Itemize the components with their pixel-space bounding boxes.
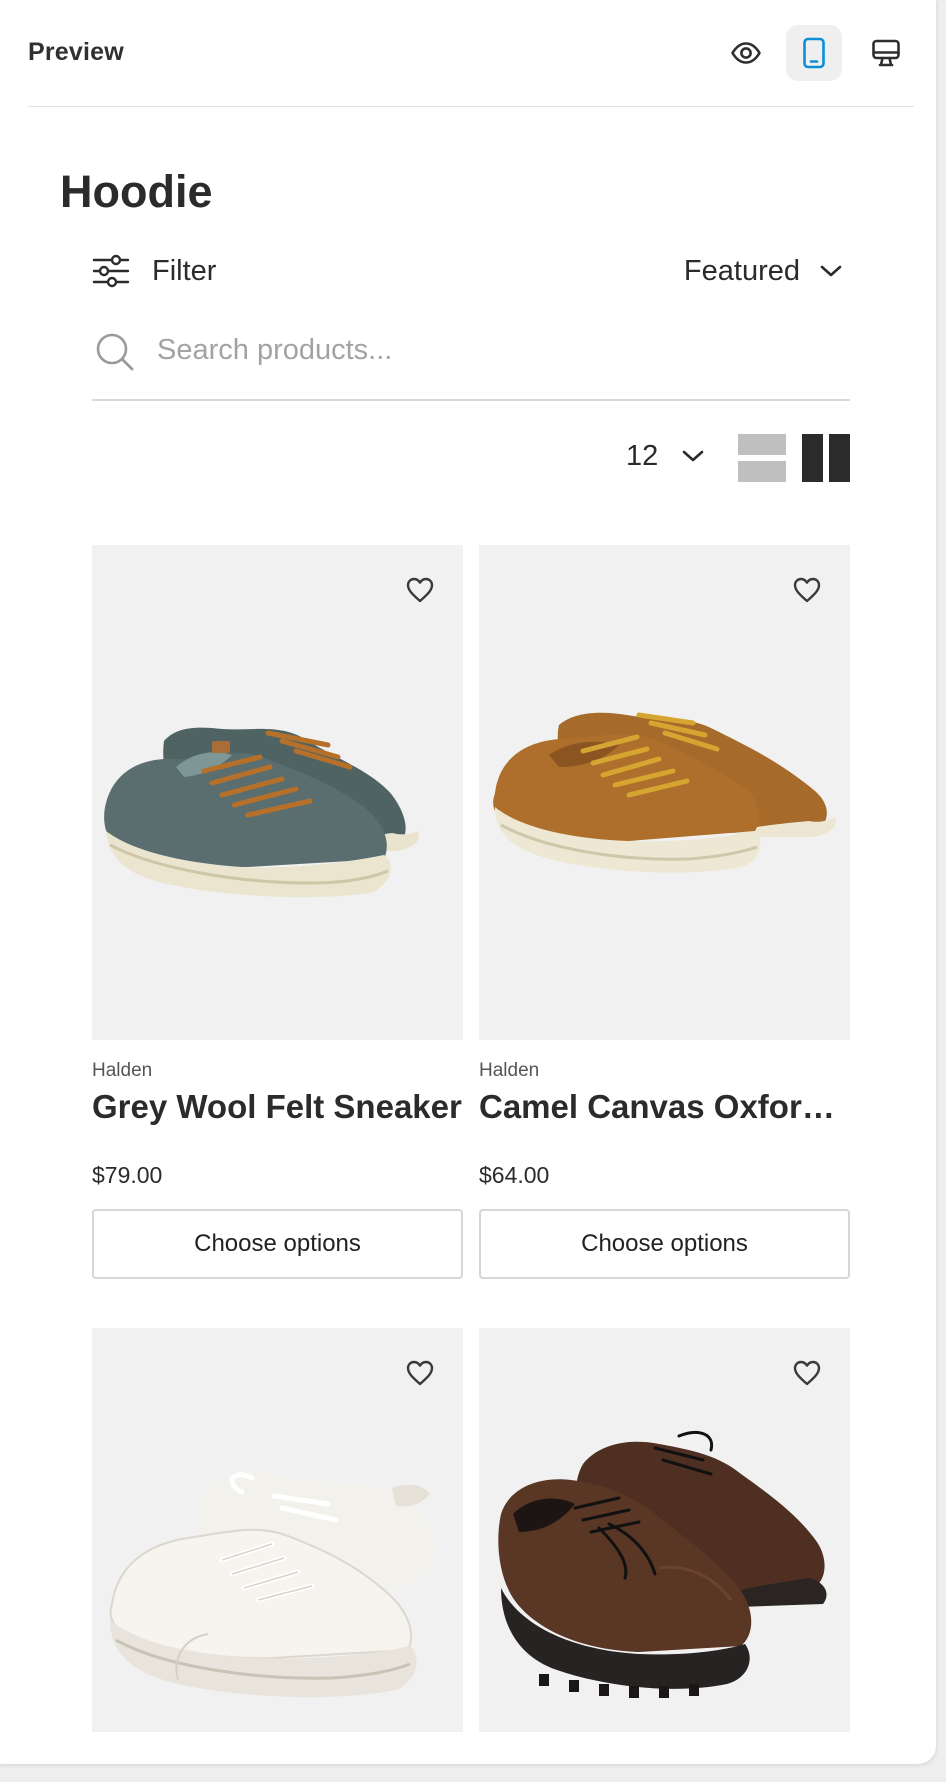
sliders-icon: [92, 254, 130, 288]
product-card: Halden Grey Wool Felt Sneaker $79.00 Cho…: [92, 545, 463, 1279]
product-image[interactable]: [92, 545, 463, 1040]
eye-icon: [731, 42, 761, 64]
camel-canvas-sneaker-image: [493, 712, 836, 873]
list-layout-icon-bar: [738, 461, 786, 482]
product-image[interactable]: [479, 545, 850, 1040]
chevron-down-icon: [682, 450, 704, 462]
grid-layout-icon: [802, 434, 823, 482]
desktop-view-button[interactable]: [858, 25, 914, 81]
product-card: [92, 1328, 463, 1732]
product-card: Halden Camel Canvas Oxford Sneaker $64.0…: [479, 545, 850, 1279]
mobile-icon: [803, 37, 825, 69]
product-vendor: Halden: [479, 1060, 540, 1081]
preview-eye-button[interactable]: [718, 25, 774, 81]
list-layout-button[interactable]: [738, 434, 786, 482]
desktop-icon: [872, 39, 900, 67]
product-title[interactable]: Grey Wool Felt Sneaker: [92, 1088, 463, 1126]
choose-options-button[interactable]: Choose options: [479, 1209, 850, 1279]
list-layout-icon: [738, 434, 786, 455]
search-icon: [96, 333, 134, 371]
preview-panel: Preview Hoodie Filter Featured Search pr…: [0, 0, 936, 1764]
preview-header: Preview: [28, 0, 914, 107]
mobile-view-button[interactable]: [786, 25, 842, 81]
product-image[interactable]: [92, 1328, 463, 1732]
grey-felt-sneaker-image: [104, 727, 419, 898]
heart-icon[interactable]: [406, 1360, 434, 1386]
product-title[interactable]: Camel Canvas Oxford Sneaker: [479, 1088, 850, 1126]
heart-icon[interactable]: [793, 577, 821, 603]
heart-icon[interactable]: [793, 1360, 821, 1386]
search-input[interactable]: [157, 334, 777, 367]
filter-label: Filter: [152, 254, 217, 287]
per-page-select[interactable]: 12: [626, 436, 704, 476]
product-price: $64.00: [479, 1162, 550, 1188]
choose-options-button[interactable]: Choose options: [92, 1209, 463, 1279]
filter-button[interactable]: Filter: [92, 250, 216, 292]
preview-title: Preview: [28, 38, 124, 66]
sort-select[interactable]: Featured: [684, 250, 842, 292]
chevron-down-icon: [820, 265, 842, 277]
product-card: [479, 1328, 850, 1732]
product-vendor: Halden: [92, 1060, 153, 1081]
sort-label: Featured: [683, 254, 800, 287]
per-page-value: 12: [626, 439, 659, 472]
grid-layout-button[interactable]: [802, 434, 850, 482]
collection-title: Hoodie: [60, 166, 213, 217]
product-image[interactable]: [479, 1328, 850, 1732]
product-price: $79.00: [92, 1162, 163, 1188]
white-leather-sneaker-image: [109, 1472, 437, 1698]
grid-layout-icon-bar: [829, 434, 850, 482]
brown-leather-derby-image: [498, 1431, 827, 1698]
search-bar: [92, 326, 850, 401]
heart-icon[interactable]: [406, 577, 434, 603]
